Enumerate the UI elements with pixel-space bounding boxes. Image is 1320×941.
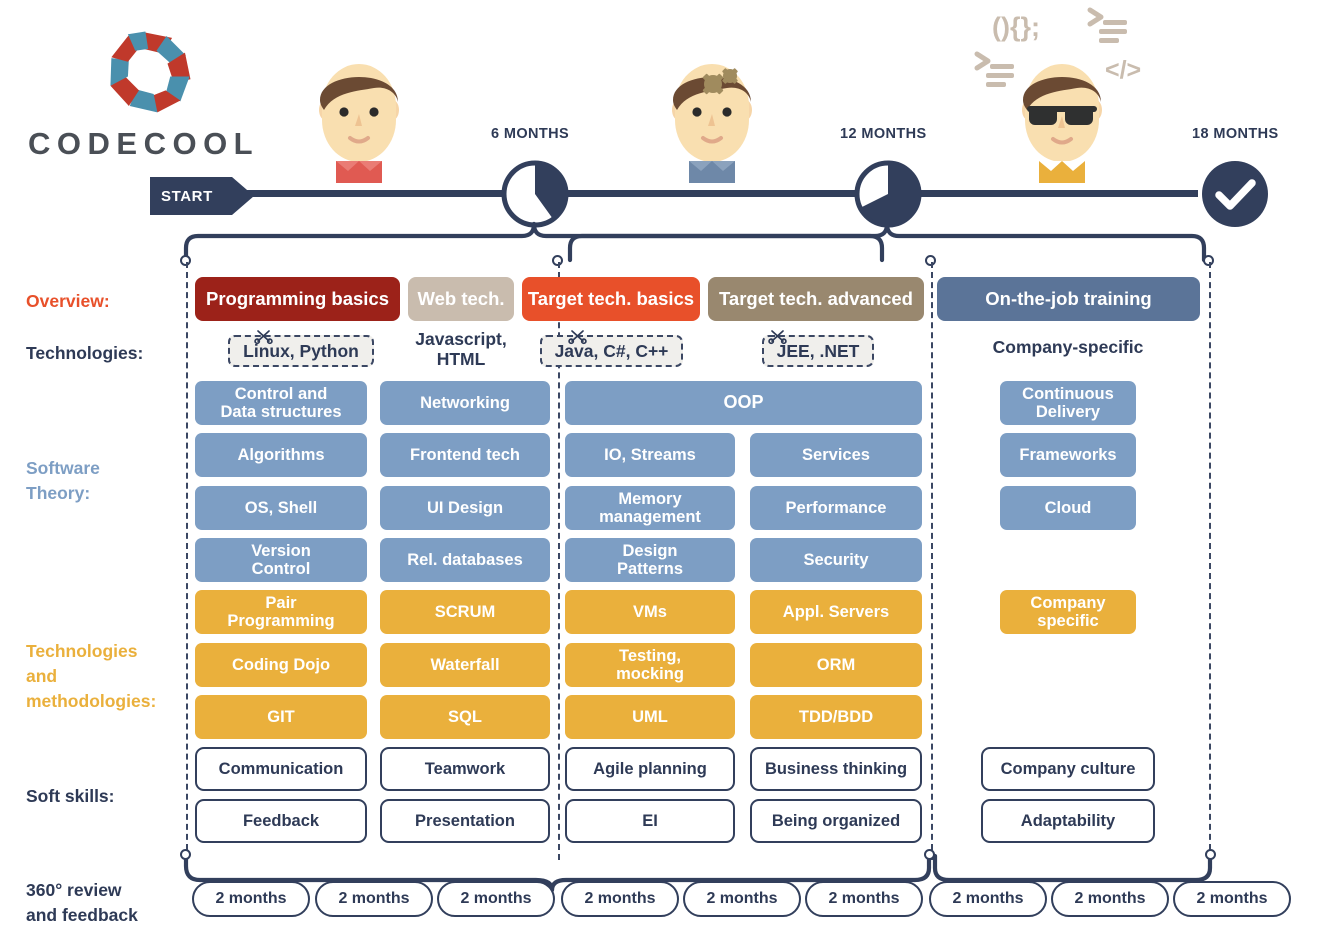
theory-box[interactable]: Algorithms: [195, 433, 367, 477]
soft-skill-box[interactable]: Teamwork: [380, 747, 550, 791]
row-label-review: 360° review and feedback: [26, 880, 138, 925]
soft-skill-box[interactable]: Feedback: [195, 799, 367, 843]
brand-name: CODECOOL: [28, 126, 260, 161]
theory-box[interactable]: Frameworks: [1000, 433, 1136, 477]
technology-label-javascript-html: Javascript, HTML: [415, 329, 507, 369]
method-box[interactable]: TDD/BDD: [750, 695, 922, 739]
review-pill[interactable]: 2 months: [805, 881, 923, 917]
scissors-icon: [768, 328, 788, 345]
overview-box-web-tech[interactable]: Web tech.: [408, 277, 514, 321]
theory-box[interactable]: Memory management: [565, 486, 735, 530]
review-pill[interactable]: 2 months: [683, 881, 801, 917]
soft-skill-box[interactable]: Adaptability: [981, 799, 1155, 843]
theory-box[interactable]: Frontend tech: [380, 433, 550, 477]
soft-skill-box[interactable]: EI: [565, 799, 735, 843]
review-pill[interactable]: 2 months: [315, 881, 433, 917]
theory-box-oop[interactable]: OOP: [565, 381, 922, 425]
theory-box[interactable]: Cloud: [1000, 486, 1136, 530]
theory-box[interactable]: Rel. databases: [380, 538, 550, 582]
code-symbol-braces: (){};: [992, 10, 1062, 46]
code-symbol-lines-right: [1087, 7, 1132, 48]
overview-box-target-advanced[interactable]: Target tech. advanced: [708, 277, 924, 321]
phase-divider-right: [931, 262, 933, 860]
method-box[interactable]: Coding Dojo: [195, 643, 367, 687]
timeline-track-2: [566, 190, 858, 197]
code-symbol-lines-left: [974, 51, 1019, 88]
row-label-soft-skills: Soft skills:: [26, 786, 115, 806]
avatar-student-intermediate: [653, 48, 771, 183]
review-pill[interactable]: 2 months: [929, 881, 1047, 917]
review-pill[interactable]: 2 months: [437, 881, 555, 917]
avatar-student-beginner: [300, 48, 418, 183]
review-node-dot: [924, 849, 935, 860]
method-box-company-specific[interactable]: Company specific: [1000, 590, 1136, 634]
theory-box[interactable]: Performance: [750, 486, 922, 530]
theory-box[interactable]: Security: [750, 538, 922, 582]
phase-divider-left: [186, 262, 188, 860]
scissors-icon: [254, 328, 274, 345]
avatar-student-advanced: [1003, 48, 1121, 183]
technology-chip-java-csharp-cpp[interactable]: Java, C#, C++: [540, 335, 683, 367]
method-box[interactable]: Waterfall: [380, 643, 550, 687]
row-label-methodologies: Technologies and methodologies:: [26, 641, 157, 711]
infographic-root: CODECOOL (){}; </> START 6 MONTHS 12 MON…: [0, 0, 1320, 941]
theory-box[interactable]: UI Design: [380, 486, 550, 530]
theory-box[interactable]: IO, Streams: [565, 433, 735, 477]
theory-box[interactable]: Control and Data structures: [195, 381, 367, 425]
overview-box-programming-basics[interactable]: Programming basics: [195, 277, 400, 321]
review-pill[interactable]: 2 months: [1051, 881, 1169, 917]
milestone-label-6-months: 6 MONTHS: [491, 126, 570, 142]
brand-logo: CODECOOL: [28, 22, 288, 162]
method-box[interactable]: SCRUM: [380, 590, 550, 634]
codecool-ring-icon: [104, 25, 196, 117]
overview-box-target-basics[interactable]: Target tech. basics: [522, 277, 700, 321]
method-box[interactable]: Pair Programming: [195, 590, 367, 634]
soft-skill-box[interactable]: Being organized: [750, 799, 922, 843]
technology-chip-linux-python[interactable]: Linux, Python: [228, 335, 374, 367]
soft-skill-box[interactable]: Business thinking: [750, 747, 922, 791]
method-box[interactable]: VMs: [565, 590, 735, 634]
theory-box[interactable]: OS, Shell: [195, 486, 367, 530]
overview-box-on-the-job-training[interactable]: On-the-job training: [937, 277, 1200, 321]
milestone-label-12-months: 12 MONTHS: [840, 126, 927, 142]
soft-skill-box[interactable]: Communication: [195, 747, 367, 791]
review-pill[interactable]: 2 months: [561, 881, 679, 917]
technology-label-company-specific: Company-specific: [992, 337, 1144, 357]
review-node-dot: [180, 849, 191, 860]
code-symbol-tag: </>: [1105, 53, 1161, 87]
review-pill[interactable]: 2 months: [1173, 881, 1291, 917]
phase-divider-end: [1209, 262, 1211, 860]
timeline-track-3: [920, 190, 1198, 197]
row-label-technologies: Technologies:: [26, 343, 144, 363]
method-box[interactable]: ORM: [750, 643, 922, 687]
milestone-label-18-months: 18 MONTHS: [1192, 126, 1279, 142]
svg-text:(){};: (){};: [992, 12, 1040, 42]
phase-brace-group: [170, 214, 1230, 266]
method-box[interactable]: SQL: [380, 695, 550, 739]
method-box[interactable]: UML: [565, 695, 735, 739]
theory-box[interactable]: Continuous Delivery: [1000, 381, 1136, 425]
theory-box[interactable]: Design Patterns: [565, 538, 735, 582]
scissors-icon: [568, 328, 588, 345]
soft-skill-box[interactable]: Presentation: [380, 799, 550, 843]
soft-skill-box[interactable]: Agile planning: [565, 747, 735, 791]
theory-box[interactable]: Version Control: [195, 538, 367, 582]
method-box[interactable]: Appl. Servers: [750, 590, 922, 634]
start-badge: START: [150, 177, 254, 215]
review-node-dot: [1205, 849, 1216, 860]
row-label-overview: Overview:: [26, 291, 110, 311]
soft-skill-box[interactable]: Company culture: [981, 747, 1155, 791]
theory-box[interactable]: Services: [750, 433, 922, 477]
theory-box[interactable]: Networking: [380, 381, 550, 425]
row-label-software-theory: Software Theory:: [26, 458, 100, 503]
svg-text:</>: </>: [1105, 56, 1141, 84]
method-box[interactable]: Testing, mocking: [565, 643, 735, 687]
review-pill[interactable]: 2 months: [192, 881, 310, 917]
method-box[interactable]: GIT: [195, 695, 367, 739]
timeline-track-1: [232, 190, 504, 197]
